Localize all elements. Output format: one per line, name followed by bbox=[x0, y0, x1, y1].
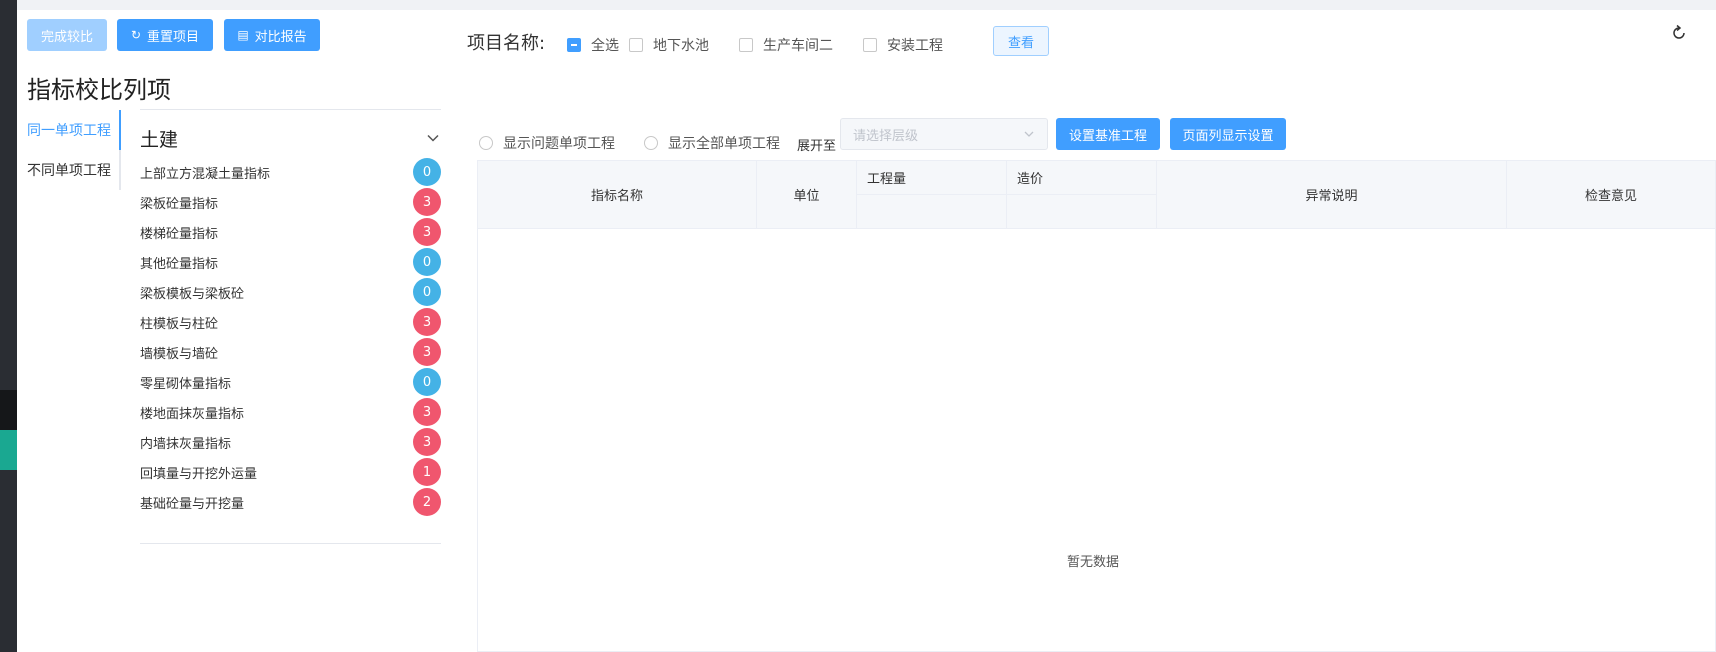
count-badge: 3 bbox=[413, 398, 441, 426]
column-display-settings-button[interactable]: 页面列显示设置 bbox=[1170, 118, 1286, 150]
count-badge: 1 bbox=[413, 458, 441, 486]
side-tab-indicator bbox=[119, 110, 121, 150]
tab-different-single-project[interactable]: 不同单项工程 bbox=[27, 150, 119, 190]
list-item-label: 基础砼量与开挖量 bbox=[140, 496, 245, 512]
column-display-settings-label: 页面列显示设置 bbox=[1182, 127, 1274, 143]
list-item[interactable]: 楼地面抹灰量指标 3 bbox=[140, 397, 441, 427]
category-divider-bottom bbox=[140, 543, 441, 544]
radio-show-problem-circle[interactable] bbox=[479, 136, 493, 150]
reset-project-label: 重置项目 bbox=[147, 28, 200, 44]
list-item[interactable]: 梁板模板与梁板砼 0 bbox=[140, 277, 441, 307]
list-item-label: 柱模板与柱砼 bbox=[140, 316, 219, 332]
col-header-unit[interactable]: 单位 bbox=[757, 161, 857, 229]
chevron-down-icon[interactable] bbox=[425, 130, 441, 146]
expand-to-label: 展开至 bbox=[797, 139, 837, 154]
list-item-label: 梁板模板与梁板砼 bbox=[140, 286, 245, 302]
list-item-label: 楼地面抹灰量指标 bbox=[140, 406, 245, 422]
view-button[interactable]: 查看 bbox=[993, 26, 1049, 56]
checkbox-installation-box[interactable] bbox=[863, 38, 877, 52]
checkbox-select-all-label: 全选 bbox=[591, 38, 619, 54]
count-badge: 3 bbox=[413, 218, 441, 246]
col-header-anomaly[interactable]: 异常说明 bbox=[1157, 161, 1507, 229]
left-nav-strip bbox=[0, 0, 17, 652]
count-badge: 0 bbox=[413, 248, 441, 276]
checkbox-select-all-box[interactable] bbox=[567, 38, 581, 52]
finish-compare-button[interactable]: 完成较比 bbox=[27, 19, 107, 51]
indicator-table: 指标名称 单位 工程量 造价 异常说明 检查意见 bbox=[477, 160, 1716, 652]
col-header-quantity[interactable]: 工程量 bbox=[857, 161, 1007, 195]
main-panel: 完成较比 ↻ 重置项目 ▤ 对比报告 指标校比列项 项目名称: 全选 地下水池 … bbox=[17, 10, 1716, 652]
indicator-list: 上部立方混凝土量指标 0 梁板砼量指标 3 楼梯砼量指标 3 其他砼量指标 0 梁板模板与梁板砼… bbox=[140, 157, 441, 517]
finish-compare-label: 完成较比 bbox=[40, 28, 93, 44]
compare-report-label: 对比报告 bbox=[254, 28, 307, 44]
count-badge: 3 bbox=[413, 428, 441, 456]
count-badge: 0 bbox=[413, 368, 441, 396]
compare-report-button[interactable]: ▤ 对比报告 bbox=[224, 19, 320, 51]
tab-same-single-project[interactable]: 同一单项工程 bbox=[27, 110, 119, 150]
count-badge: 3 bbox=[413, 188, 441, 216]
level-select-placeholder: 请选择层级 bbox=[853, 128, 919, 144]
col-header-quantity-sub bbox=[857, 195, 1007, 229]
checkbox-workshop-two-label: 生产车间二 bbox=[763, 38, 833, 54]
list-item-label: 上部立方混凝土量指标 bbox=[140, 166, 271, 182]
report-icon: ▤ bbox=[237, 28, 249, 42]
col-header-cost[interactable]: 造价 bbox=[1007, 161, 1157, 195]
left-nav-dark-item bbox=[0, 390, 17, 430]
level-select[interactable]: 请选择层级 bbox=[840, 118, 1048, 150]
checkbox-installation[interactable]: 安装工程 bbox=[863, 35, 943, 55]
category-divider-top bbox=[140, 109, 441, 110]
top-strip bbox=[0, 0, 1716, 10]
list-item[interactable]: 墙模板与墙砼 3 bbox=[140, 337, 441, 367]
col-header-name[interactable]: 指标名称 bbox=[478, 161, 757, 229]
list-item-label: 梁板砼量指标 bbox=[140, 196, 219, 212]
list-item[interactable]: 柱模板与柱砼 3 bbox=[140, 307, 441, 337]
list-item-label: 回填量与开挖外运量 bbox=[140, 466, 258, 482]
checkbox-workshop-two-box[interactable] bbox=[739, 38, 753, 52]
set-base-project-button[interactable]: 设置基准工程 bbox=[1056, 118, 1160, 150]
col-header-review[interactable]: 检查意见 bbox=[1507, 161, 1715, 229]
list-item[interactable]: 上部立方混凝土量指标 0 bbox=[140, 157, 441, 187]
radio-show-problem-label: 显示问题单项工程 bbox=[503, 136, 615, 152]
list-item-label: 其他砼量指标 bbox=[140, 256, 219, 272]
empty-table-text: 暂无数据 bbox=[1067, 555, 1120, 570]
list-item-label: 楼梯砼量指标 bbox=[140, 226, 219, 242]
checkbox-select-all[interactable]: 全选 bbox=[567, 35, 619, 55]
list-item-label: 内墙抹灰量指标 bbox=[140, 436, 232, 452]
count-badge: 0 bbox=[413, 278, 441, 306]
list-item[interactable]: 楼梯砼量指标 3 bbox=[140, 217, 441, 247]
count-badge: 3 bbox=[413, 308, 441, 336]
set-base-project-label: 设置基准工程 bbox=[1068, 127, 1147, 143]
category-title: 土建 bbox=[140, 128, 179, 151]
count-badge: 3 bbox=[413, 338, 441, 366]
checkbox-installation-label: 安装工程 bbox=[887, 38, 943, 54]
count-badge: 0 bbox=[413, 158, 441, 186]
list-item[interactable]: 零星砌体量指标 0 bbox=[140, 367, 441, 397]
count-badge: 2 bbox=[413, 488, 441, 516]
reset-icon: ↻ bbox=[130, 28, 142, 42]
checkbox-underground-pool[interactable]: 地下水池 bbox=[629, 35, 709, 55]
list-item[interactable]: 梁板砼量指标 3 bbox=[140, 187, 441, 217]
side-tabs: 同一单项工程 不同单项工程 bbox=[27, 110, 121, 190]
refresh-icon[interactable] bbox=[1669, 23, 1689, 43]
col-header-cost-sub bbox=[1007, 195, 1157, 229]
list-item-label: 零星砌体量指标 bbox=[140, 376, 232, 392]
category-header[interactable]: 土建 bbox=[140, 123, 441, 153]
list-item[interactable]: 基础砼量与开挖量 2 bbox=[140, 487, 441, 517]
radio-show-all-circle[interactable] bbox=[644, 136, 658, 150]
checkbox-underground-pool-box[interactable] bbox=[629, 38, 643, 52]
radio-show-all-label: 显示全部单项工程 bbox=[668, 136, 780, 152]
checkbox-workshop-two[interactable]: 生产车间二 bbox=[739, 35, 833, 55]
radio-show-problem-projects[interactable]: 显示问题单项工程 bbox=[479, 133, 615, 153]
list-item-label: 墙模板与墙砼 bbox=[140, 346, 219, 362]
left-nav-active-item[interactable] bbox=[0, 430, 17, 470]
project-name-label: 项目名称: bbox=[467, 33, 546, 54]
list-item[interactable]: 其他砼量指标 0 bbox=[140, 247, 441, 277]
reset-project-button[interactable]: ↻ 重置项目 bbox=[117, 19, 213, 51]
page-title: 指标校比列项 bbox=[27, 76, 171, 104]
list-item[interactable]: 内墙抹灰量指标 3 bbox=[140, 427, 441, 457]
chevron-down-icon bbox=[1024, 131, 1034, 137]
checkbox-underground-pool-label: 地下水池 bbox=[653, 38, 709, 54]
radio-show-all-projects[interactable]: 显示全部单项工程 bbox=[644, 133, 780, 153]
list-item[interactable]: 回填量与开挖外运量 1 bbox=[140, 457, 441, 487]
